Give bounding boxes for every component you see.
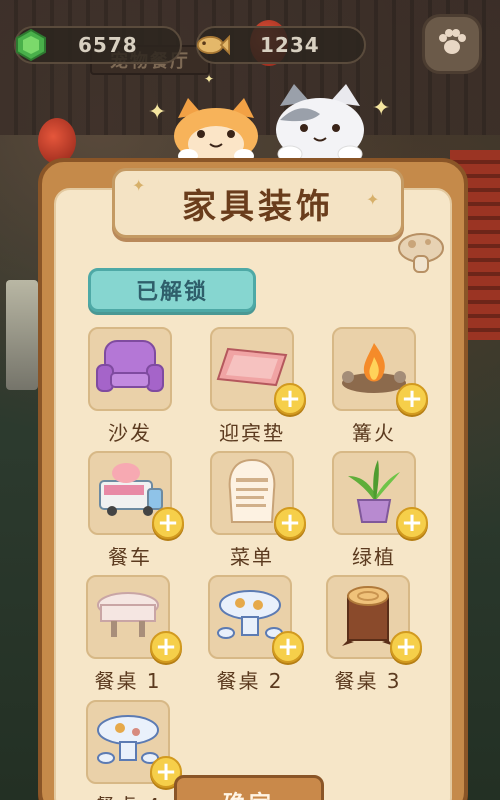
furniture-item-table-2[interactable]: + 餐桌 2 xyxy=(208,575,304,694)
item-label: 餐桌 4 xyxy=(86,790,170,800)
item-thumbnail: + xyxy=(210,451,306,539)
item-label: 餐桌 1 xyxy=(94,669,162,693)
welcome-mat-icon xyxy=(216,345,288,393)
stone-lamp xyxy=(6,280,38,390)
item-thumbnail: + xyxy=(332,327,428,415)
green-gem-icon xyxy=(14,28,48,62)
furniture-item-welcome-mat[interactable]: + 迎宾垫 xyxy=(210,327,306,446)
title-board: 家具装饰 xyxy=(112,168,404,238)
add-button[interactable]: + xyxy=(274,383,306,415)
sparkle-icon: ✦ xyxy=(204,72,215,86)
add-button[interactable]: + xyxy=(396,507,428,539)
item-label: 餐桌 2 xyxy=(216,669,284,693)
grey-white-cat xyxy=(270,80,370,163)
sofa-icon xyxy=(95,337,165,401)
item-thumbnail: + xyxy=(326,575,422,663)
orange-cat xyxy=(166,96,266,164)
furniture-item-table-4[interactable]: + 餐桌 4 xyxy=(86,700,182,800)
item-thumbnail xyxy=(88,327,172,411)
item-thumbnail: + xyxy=(86,700,182,788)
paw-icon xyxy=(435,25,469,63)
confirm-button[interactable]: 确定 xyxy=(174,775,324,800)
item-label: 餐桌 3 xyxy=(334,669,402,693)
item-thumbnail: + xyxy=(208,575,304,663)
item-thumbnail: + xyxy=(210,327,306,415)
fish-icon xyxy=(196,28,230,62)
item-thumbnail: + xyxy=(86,575,182,663)
furniture-item-campfire[interactable]: + 篝火 xyxy=(332,327,428,446)
add-button[interactable]: + xyxy=(274,507,306,539)
gem-count: 6578 xyxy=(78,33,138,57)
menu-board-icon xyxy=(222,456,282,530)
add-button[interactable]: + xyxy=(396,383,428,415)
furniture-item-table-3[interactable]: + 餐桌 3 xyxy=(326,575,422,694)
sparkle-icon: ✦ xyxy=(372,96,391,121)
sparkle-icon: ✦ xyxy=(366,190,380,209)
item-label: 餐车 xyxy=(108,545,152,569)
add-button[interactable]: + xyxy=(272,631,304,663)
stump-table-icon xyxy=(338,582,398,652)
item-label: 迎宾垫 xyxy=(219,421,285,445)
sparkle-icon: ✦ xyxy=(148,100,167,125)
panel-title: 家具装饰 xyxy=(182,186,334,227)
furniture-item-food-truck[interactable]: + 餐车 xyxy=(88,451,184,570)
item-thumbnail: + xyxy=(88,451,184,539)
unlocked-section-tab[interactable]: 已解锁 xyxy=(88,268,256,312)
item-label: 菜单 xyxy=(230,545,274,569)
gem-counter: 6578 xyxy=(14,26,182,64)
item-thumbnail: + xyxy=(332,451,428,539)
item-label: 沙发 xyxy=(108,421,152,445)
add-button[interactable]: + xyxy=(390,631,422,663)
fish-counter: 1234 xyxy=(196,26,366,64)
add-button[interactable]: + xyxy=(152,507,184,539)
furniture-item-sofa[interactable]: 沙发 xyxy=(88,327,172,446)
add-button[interactable]: + xyxy=(150,631,182,663)
potted-plant-icon xyxy=(344,456,404,530)
fish-count: 1234 xyxy=(260,33,320,57)
furniture-item-table-1[interactable]: + 餐桌 1 xyxy=(86,575,182,694)
sparkle-icon: ✦ xyxy=(132,176,146,195)
mushroom-icon xyxy=(396,232,446,280)
paw-settings-button[interactable] xyxy=(422,14,482,74)
furniture-item-menu[interactable]: + 菜单 xyxy=(210,451,306,570)
item-label: 篝火 xyxy=(352,421,396,445)
furniture-item-plant[interactable]: + 绿植 xyxy=(332,451,428,570)
item-label: 绿植 xyxy=(352,545,396,569)
